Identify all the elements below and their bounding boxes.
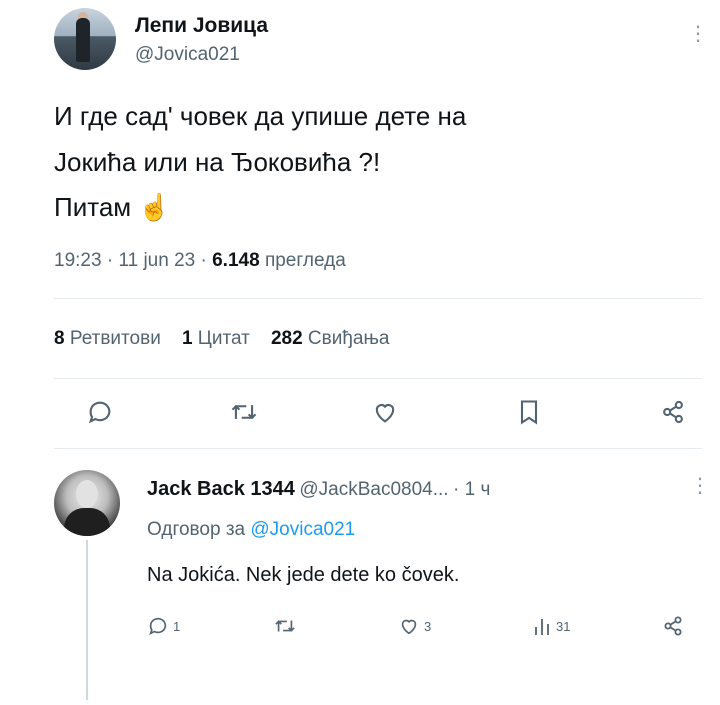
heart-icon[interactable] — [371, 398, 399, 431]
retweet-icon — [275, 620, 295, 632]
author-avatar[interactable] — [54, 8, 116, 70]
avatar-figure — [76, 18, 90, 62]
pointing-up-emoji: ☝️ — [138, 192, 171, 222]
reply-retweet-button[interactable] — [273, 615, 297, 642]
tweet-stats: 8 Ретвитови 1 Цитат 282 Свиђања — [54, 328, 390, 350]
more-icon[interactable]: ⋮ — [690, 476, 710, 496]
reply-text: Na Jokića. Nek jede dete ko čovek. — [147, 564, 460, 586]
tweet-text-line-2: Јокића или на Ђоковића ?! — [54, 147, 381, 177]
replying-mention[interactable]: @Jovica021 — [250, 519, 355, 540]
replying-prefix: Одговор за — [147, 519, 246, 540]
likes-count: 282 — [270, 328, 303, 349]
tweet-date[interactable]: 11 jun 23 — [118, 250, 195, 271]
reply-views-button[interactable]: 31 — [532, 615, 570, 637]
reply-time[interactable]: · 1 ч — [453, 479, 490, 500]
reply-reply-button[interactable]: 1 — [147, 615, 180, 637]
heart-icon — [401, 619, 417, 635]
reply-views-count: 31 — [556, 618, 571, 634]
likes-label: Свиђања — [307, 328, 390, 349]
retweets-stat[interactable]: 8 Ретвитови — [54, 328, 161, 349]
more-icon[interactable]: ⋮ — [688, 24, 708, 44]
quotes-stat[interactable]: 1 Цитат — [182, 328, 250, 349]
replying-to: Одговор за @Jovica021 — [147, 519, 355, 541]
reply-author-avatar[interactable] — [54, 470, 120, 536]
meta-separator: · — [200, 250, 213, 271]
quotes-count: 1 — [181, 328, 193, 349]
tweet-text-word: Питам — [54, 192, 132, 222]
avatar-suit — [64, 508, 110, 536]
tweet-text-line-1: И где сад' човек да упише дете на — [54, 101, 467, 131]
views-icon — [535, 619, 549, 635]
divider — [54, 378, 702, 379]
retweet-icon[interactable] — [229, 398, 259, 431]
divider — [54, 298, 702, 299]
retweets-count: 8 — [54, 328, 65, 349]
bookmark-icon[interactable] — [516, 398, 542, 431]
tweet-text-line-3: Питам ☝️ — [54, 187, 171, 227]
reply-icon[interactable] — [86, 398, 114, 431]
avatar-face — [76, 480, 98, 508]
views-count: 6.148 — [212, 250, 260, 271]
author-name[interactable]: Лепи Јовица — [135, 14, 268, 38]
reply-reply-count: 1 — [173, 618, 181, 634]
tweet-meta: 19:23 · 11 jun 23 · 6.148 прегледа — [54, 250, 346, 272]
reply-like-count: 3 — [424, 618, 432, 634]
reply-like-button[interactable]: 3 — [398, 615, 431, 637]
tweet-time[interactable]: 19:23 — [54, 250, 102, 271]
reply-icon — [149, 617, 167, 635]
likes-stat[interactable]: 282 Свиђања — [271, 328, 390, 349]
divider — [54, 448, 702, 449]
share-icon[interactable] — [659, 398, 687, 431]
share-icon — [664, 616, 682, 636]
author-handle[interactable]: @Jovica021 — [135, 44, 240, 66]
reply-author-handle[interactable]: @JackBac0804... — [299, 479, 448, 500]
reply-author-name[interactable]: Jack Back 1344 — [147, 478, 295, 500]
thread-line — [86, 540, 88, 700]
meta-separator: · — [106, 250, 119, 271]
reply-header: Jack Back 1344 @JackBac0804... · 1 ч — [147, 478, 490, 501]
views-label: прегледа — [264, 250, 346, 271]
quotes-label: Цитат — [197, 328, 250, 349]
reply-share-button[interactable] — [661, 614, 685, 643]
retweets-label: Ретвитови — [69, 328, 161, 349]
